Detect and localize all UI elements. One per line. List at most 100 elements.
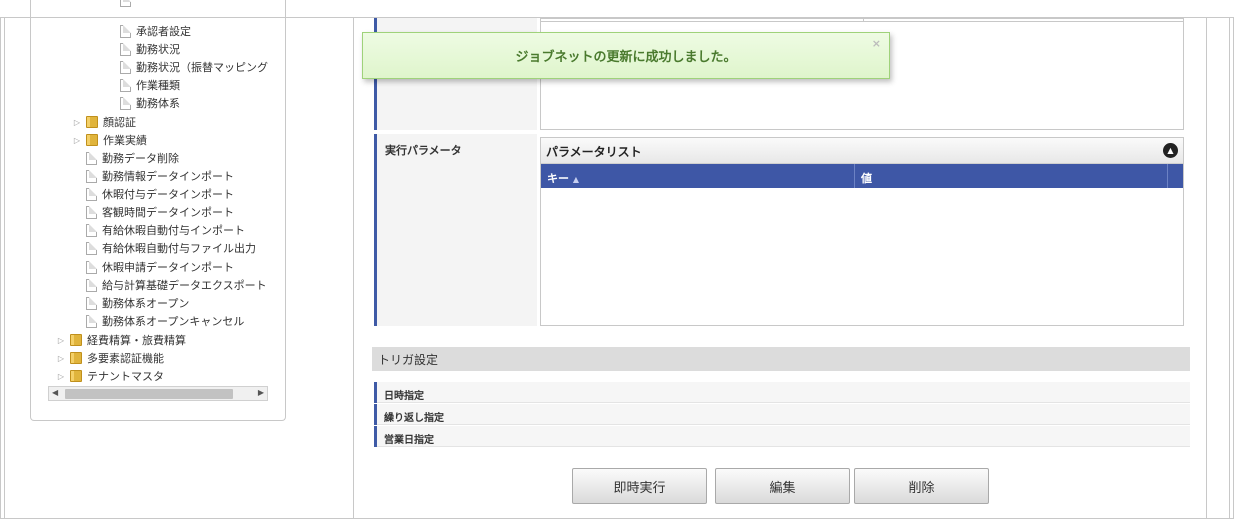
document-icon: [86, 241, 97, 255]
document-icon: [86, 151, 97, 165]
tree-item-label: 客観時間データインポート: [102, 206, 234, 219]
tree-item[interactable]: ▷ 作業実績: [72, 131, 147, 149]
tree-item[interactable]: 承認者設定: [120, 22, 191, 40]
tree-item[interactable]: 作業種類: [120, 76, 180, 94]
document-icon: [120, 0, 131, 7]
tree-item-label: 有給休暇自動付与インポート: [102, 224, 245, 237]
collapse-icon[interactable]: ▲: [1163, 143, 1178, 158]
param-label: 実行パラメータ: [377, 134, 537, 326]
trigger-row-label: 繰り返し指定: [374, 404, 536, 425]
column-key-label: キー: [547, 172, 569, 185]
tree-item[interactable]: 勤務体系オープンキャンセル: [86, 312, 244, 330]
delete-button[interactable]: 削除: [854, 468, 989, 504]
divider: [353, 18, 354, 519]
divider: [540, 21, 1184, 22]
tree-item-label: 勤務体系オープンキャンセル: [102, 315, 245, 328]
tree-item-label: 顔認証: [103, 116, 136, 129]
sort-icon[interactable]: ▲: [573, 175, 579, 184]
document-icon: [86, 260, 97, 274]
expand-arrow-icon[interactable]: ▷: [56, 336, 66, 345]
tree-item-label: 勤務データ削除: [102, 152, 179, 165]
trigger-row: 営業日指定: [374, 426, 1190, 447]
edit-button[interactable]: 編集: [715, 468, 850, 504]
tree-item-label: 勤務状況（振替マッピング: [136, 61, 268, 74]
toast-message: ジョブネットの更新に成功しました。: [515, 50, 737, 65]
tree-item-label: 給与計算基礎データエクスポート: [102, 279, 267, 292]
document-icon: [120, 42, 131, 56]
divider: [1206, 18, 1207, 519]
document-icon: [86, 187, 97, 201]
tree-item-label: 承認者設定: [136, 25, 191, 38]
trigger-section-title: トリガ設定: [372, 347, 1190, 371]
tree-item-label: テナントマスタ: [87, 370, 164, 383]
folder-icon: [70, 370, 82, 382]
trigger-row-label: 日時指定: [374, 382, 536, 403]
tree-item[interactable]: 勤務データ削除: [86, 149, 179, 167]
trigger-row: 繰り返し指定: [374, 404, 1190, 425]
trigger-row-label: 営業日指定: [374, 426, 536, 447]
horizontal-scrollbar[interactable]: ◀ ▶: [48, 386, 268, 401]
folder-icon: [70, 334, 82, 346]
divider: [1229, 18, 1230, 519]
tree-item-label: 休暇申請データインポート: [102, 261, 234, 274]
document-icon: [86, 169, 97, 183]
expand-arrow-icon[interactable]: ▷: [72, 136, 82, 145]
document-icon: [120, 78, 131, 92]
expand-arrow-icon[interactable]: ▷: [72, 118, 82, 127]
document-icon: [86, 296, 97, 310]
folder-icon: [86, 134, 98, 146]
tree-item[interactable]: 勤務情報データインポート: [86, 167, 234, 185]
tree-item[interactable]: ▷ 経費精算・旅費精算: [56, 331, 186, 349]
close-icon[interactable]: ×: [872, 37, 881, 50]
tree-item-label: 休暇付与データインポート: [102, 188, 234, 201]
column-value-label: 値: [861, 172, 872, 185]
document-icon: [86, 205, 97, 219]
document-icon: [120, 96, 131, 110]
tree-item-label: 勤務体系オープン: [102, 297, 190, 310]
tree-item[interactable]: 勤務体系オープン: [86, 294, 189, 312]
document-icon: [86, 314, 97, 328]
tree-item-label: 勤務体系: [136, 97, 180, 110]
tree-item[interactable]: ▷ テナントマスタ: [56, 367, 164, 385]
document-icon: [86, 223, 97, 237]
tree-item[interactable]: 有給休暇自動付与インポート: [86, 221, 245, 239]
parameter-list: パラメータリスト ▲ キー ▲ 値: [540, 137, 1184, 326]
expand-arrow-icon[interactable]: ▷: [56, 372, 66, 381]
scrollbar-thumb[interactable]: [65, 389, 233, 399]
tree-item-label: 作業種類: [136, 79, 180, 92]
tree-item[interactable]: [120, 0, 136, 7]
tree-item-label: 勤務情報データインポート: [102, 170, 234, 183]
tree-item[interactable]: 休暇付与データインポート: [86, 185, 234, 203]
folder-icon: [86, 116, 98, 128]
expand-arrow-icon[interactable]: ▷: [56, 354, 66, 363]
run-now-button[interactable]: 即時実行: [572, 468, 707, 504]
document-icon: [120, 60, 131, 74]
tree-item-label: 勤務状況: [136, 43, 180, 56]
tree-item[interactable]: 客観時間データインポート: [86, 203, 234, 221]
trigger-row: 日時指定: [374, 382, 1190, 403]
tree-item[interactable]: 勤務状況（振替マッピング: [120, 58, 268, 76]
scroll-right-icon[interactable]: ▶: [258, 388, 264, 397]
column-key[interactable]: キー ▲: [541, 164, 855, 188]
tree-item[interactable]: 給与計算基礎データエクスポート: [86, 276, 267, 294]
menu-tree: 承認者設定 勤務状況 勤務状況（振替マッピング 作業種類 勤務体系 ▷ 顔認証 …: [48, 0, 268, 385]
divider: [4, 18, 5, 519]
folder-icon: [70, 352, 82, 364]
tree-item-label: 多要素認証機能: [87, 352, 164, 365]
scroll-left-icon[interactable]: ◀: [52, 388, 58, 397]
tree-item-label: 作業実績: [103, 134, 147, 147]
success-toast: ジョブネットの更新に成功しました。 ×: [362, 32, 890, 79]
tree-item-label: 経費精算・旅費精算: [87, 334, 186, 347]
tree-item-label: 有給休暇自動付与ファイル出力: [102, 242, 256, 255]
parameter-list-title: パラメータリスト: [541, 138, 1183, 164]
document-icon: [120, 24, 131, 38]
tree-item[interactable]: ▷ 顔認証: [72, 113, 136, 131]
column-value[interactable]: 値: [855, 164, 1168, 188]
table-header: キー ▲ 値: [541, 164, 1183, 188]
tree-item[interactable]: 勤務状況: [120, 40, 180, 58]
tree-item[interactable]: 休暇申請データインポート: [86, 258, 234, 276]
tree-item[interactable]: ▷ 多要素認証機能: [56, 349, 164, 367]
tree-item[interactable]: 勤務体系: [120, 94, 180, 112]
tree-item[interactable]: 有給休暇自動付与ファイル出力: [86, 239, 256, 257]
document-icon: [86, 278, 97, 292]
